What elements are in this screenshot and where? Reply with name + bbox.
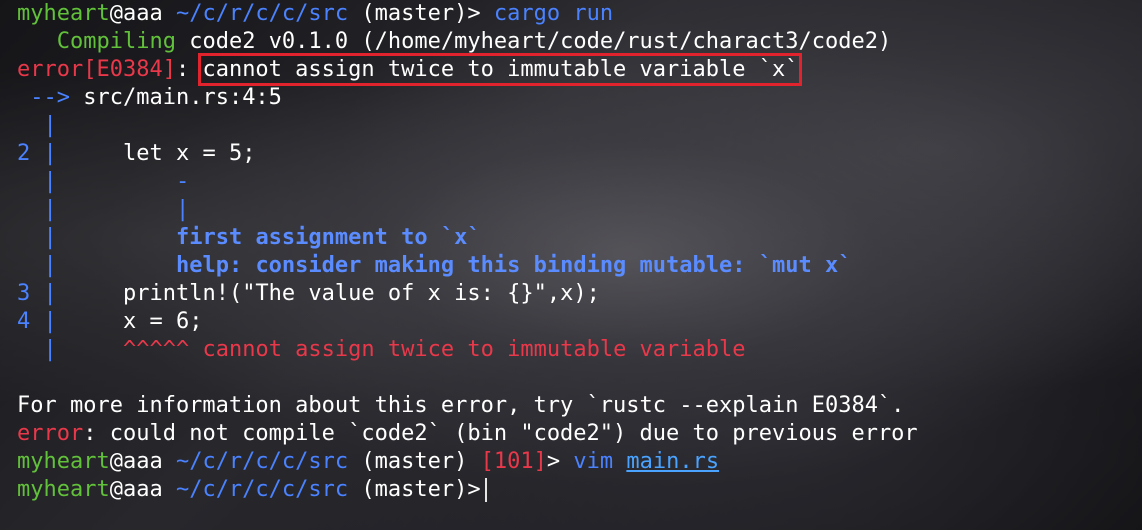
exit-code: [101] bbox=[480, 449, 547, 474]
compile-error-line: error: could not compile `code2` (bin "c… bbox=[0, 420, 1142, 448]
text-cursor bbox=[484, 478, 487, 502]
command-program: vim bbox=[573, 449, 614, 474]
code-line-4: 4 | x = 6; bbox=[0, 308, 1142, 336]
line-number-4: 4 bbox=[17, 309, 31, 334]
code-text-line-3: println!("The value of x is: {}",x); bbox=[122, 281, 600, 306]
location-line: --> src/main.rs:4:5 bbox=[0, 84, 1142, 112]
prompt-path: ~/c/r/c/c/src bbox=[175, 1, 349, 26]
prompt-path: ~/c/r/c/c/src bbox=[175, 449, 349, 474]
prompt-branch: (master) bbox=[361, 477, 468, 502]
pipe-marker: | bbox=[175, 197, 190, 222]
prompt-user: myheart bbox=[17, 449, 110, 474]
command-arg: run bbox=[573, 1, 614, 26]
prompt-host: @aaa bbox=[109, 1, 163, 26]
gutter-bar: | bbox=[43, 309, 57, 334]
help-note: help: consider making this binding mutab… bbox=[175, 253, 852, 278]
gutter-bar: | bbox=[43, 253, 57, 278]
prompt-user: myheart bbox=[17, 1, 110, 26]
prompt-branch: (master) bbox=[361, 1, 468, 26]
gutter-bar: | bbox=[43, 197, 57, 222]
code-text-line-4: x = 6; bbox=[122, 309, 203, 334]
gutter-bar: | bbox=[43, 113, 57, 138]
line-number-3: 3 bbox=[17, 281, 31, 306]
gutter-bar: | bbox=[43, 281, 57, 306]
first-assignment-line: | first assignment to `x` bbox=[0, 224, 1142, 252]
prompt-symbol: > bbox=[546, 449, 561, 474]
compile-error-label: error bbox=[17, 421, 84, 446]
compiling-text: code2 v0.1.0 (/home/myheart/code/rust/ch… bbox=[189, 29, 892, 54]
underscore-marker: - bbox=[175, 169, 190, 194]
gutter-bar: | bbox=[43, 141, 57, 166]
prompt-branch: (master) bbox=[361, 449, 468, 474]
first-assignment-note: first assignment to `x` bbox=[175, 225, 481, 250]
prompt-user: myheart bbox=[17, 477, 110, 502]
line-number-2: 2 bbox=[17, 141, 31, 166]
error-colon: : bbox=[175, 57, 190, 82]
prompt-line-2: myheart@aaa ~/c/r/c/c/src (master) [101]… bbox=[0, 448, 1142, 476]
prompt-line-1: myheart@aaa ~/c/r/c/c/src (master)> carg… bbox=[0, 0, 1142, 28]
error-code: error[E0384] bbox=[17, 57, 176, 82]
error-message-highlighted: cannot assign twice to immutable variabl… bbox=[198, 53, 803, 86]
terminal-window[interactable]: myheart@aaa ~/c/r/c/c/src (master)> carg… bbox=[0, 0, 1142, 530]
code-text-line-2: let x = 5; bbox=[122, 141, 256, 166]
caret-markers: ^^^^^ bbox=[122, 337, 190, 362]
file-link[interactable]: main.rs bbox=[626, 449, 719, 474]
code-line-2: 2 | let x = 5; bbox=[0, 140, 1142, 168]
command-program: cargo bbox=[493, 1, 561, 26]
caret-message: cannot assign twice to immutable variabl… bbox=[202, 337, 746, 362]
more-info-line: For more information about this error, t… bbox=[0, 392, 1142, 420]
gutter-bar: | bbox=[43, 337, 57, 362]
gutter-bar: | bbox=[43, 225, 57, 250]
prompt-host: @aaa bbox=[109, 449, 163, 474]
location-arrow: --> bbox=[30, 85, 70, 110]
prompt-host: @aaa bbox=[109, 477, 163, 502]
pipe-line: | | bbox=[0, 196, 1142, 224]
prompt-path: ~/c/r/c/c/src bbox=[175, 477, 349, 502]
location-path: src/main.rs:4:5 bbox=[83, 85, 282, 110]
prompt-symbol: > bbox=[467, 1, 481, 26]
prompt-line-3[interactable]: myheart@aaa ~/c/r/c/c/src (master)> bbox=[0, 476, 1142, 504]
more-info-text: For more information about this error, t… bbox=[17, 393, 905, 418]
caret-line: | ^^^^^ cannot assign twice to immutable… bbox=[0, 336, 1142, 364]
help-line: | help: consider making this binding mut… bbox=[0, 252, 1142, 280]
error-header-line: error[E0384]: cannot assign twice to imm… bbox=[0, 53, 1142, 86]
code-line-3: 3 | println!("The value of x is: {}",x); bbox=[0, 280, 1142, 308]
compiling-label: Compiling bbox=[56, 29, 176, 54]
compiling-line: Compiling code2 v0.1.0 (/home/myheart/co… bbox=[0, 28, 1142, 56]
prompt-symbol: > bbox=[467, 477, 481, 502]
compile-error-text: : could not compile `code2` (bin "code2"… bbox=[83, 421, 918, 446]
underscore-line: | - bbox=[0, 168, 1142, 196]
gutter-bar: | bbox=[43, 169, 57, 194]
gutter-empty-1: | bbox=[0, 112, 1142, 140]
